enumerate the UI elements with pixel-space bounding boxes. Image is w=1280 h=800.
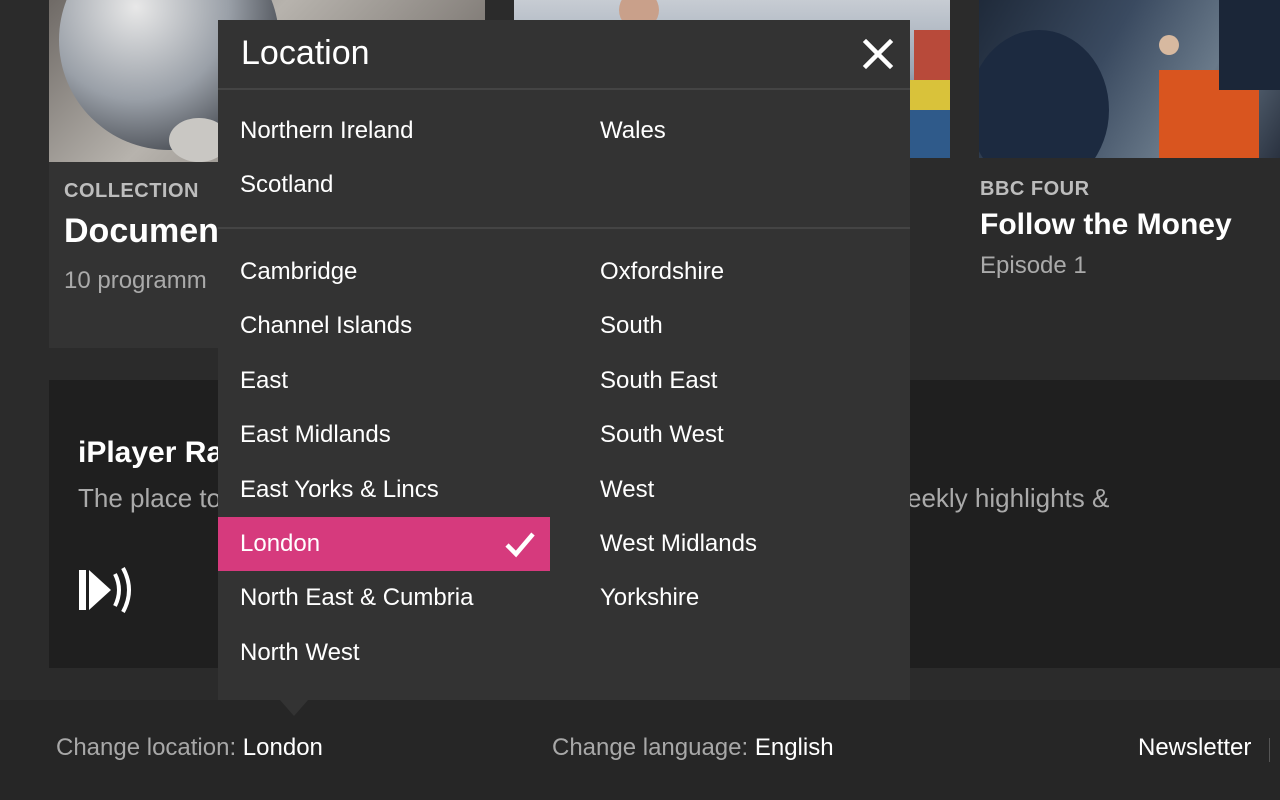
card-category: COLLECTION [64,180,199,202]
location-option-label: London [240,530,321,557]
dialog-pointer [280,700,308,716]
location-option-scotland[interactable]: Scotland [218,158,550,212]
checkmark-icon [505,532,535,558]
change-location-value: London [242,734,323,761]
location-option-cambridge[interactable]: Cambridge [218,245,550,299]
promo-title: iPlayer Ra [78,436,224,469]
promo-text-right: eekly highlights & [907,483,1110,513]
location-option-channel-islands[interactable]: Channel Islands [218,299,550,353]
garage-thumbnail [979,0,1280,158]
location-option-oxfordshire[interactable]: Oxfordshire [578,245,910,299]
location-option-east-yorks-lincs[interactable]: East Yorks & Lincs [218,463,550,517]
card-title: Follow the Money [980,208,1232,241]
location-option-east[interactable]: East [218,354,550,408]
iplayer-radio-icon [79,567,131,613]
change-language-value: English [754,734,834,761]
close-button[interactable] [858,34,898,74]
location-option-wales[interactable]: Wales [578,104,910,158]
location-option-yorkshire[interactable]: Yorkshire [578,571,910,625]
follow-the-money-card[interactable]: BBC FOUR Follow the Money Episode 1 [979,0,1280,348]
card-subtitle: Episode 1 [980,252,1087,279]
newsletter-link[interactable]: Newsletter [1138,734,1251,762]
change-location-link[interactable]: Change location: London [56,734,323,762]
location-option-london[interactable]: London [218,517,550,571]
change-location-label: Change location: [56,734,243,761]
location-dialog: Location Northern Ireland Wales Scotland… [218,20,910,700]
location-option-west[interactable]: West [578,463,910,517]
card-category: BBC FOUR [980,178,1090,200]
footer-bar: Change location: London Change language:… [0,700,1280,800]
location-option-west-midlands[interactable]: West Midlands [578,517,910,571]
card-title: Documen [64,212,219,250]
dialog-title: Location [241,34,370,72]
mechanics-image [979,0,1280,158]
dialog-header: Location [218,20,910,90]
change-language-label: Change language: [552,734,755,761]
card-subtitle: 10 programm [64,267,207,294]
location-option-south-east[interactable]: South East [578,354,910,408]
location-option-south[interactable]: South [578,299,910,353]
section-divider [218,227,910,229]
location-option-south-west[interactable]: South West [578,408,910,462]
promo-text-left: The place to [78,483,222,513]
location-option-northern-ireland[interactable]: Northern Ireland [218,104,550,158]
location-option-east-midlands[interactable]: East Midlands [218,408,550,462]
location-option-north-east-cumbria[interactable]: North East & Cumbria [218,571,550,625]
location-option-north-west[interactable]: North West [218,626,550,680]
close-icon [862,38,894,70]
footer-divider [1269,738,1270,762]
change-language-link[interactable]: Change language: English [552,734,834,762]
